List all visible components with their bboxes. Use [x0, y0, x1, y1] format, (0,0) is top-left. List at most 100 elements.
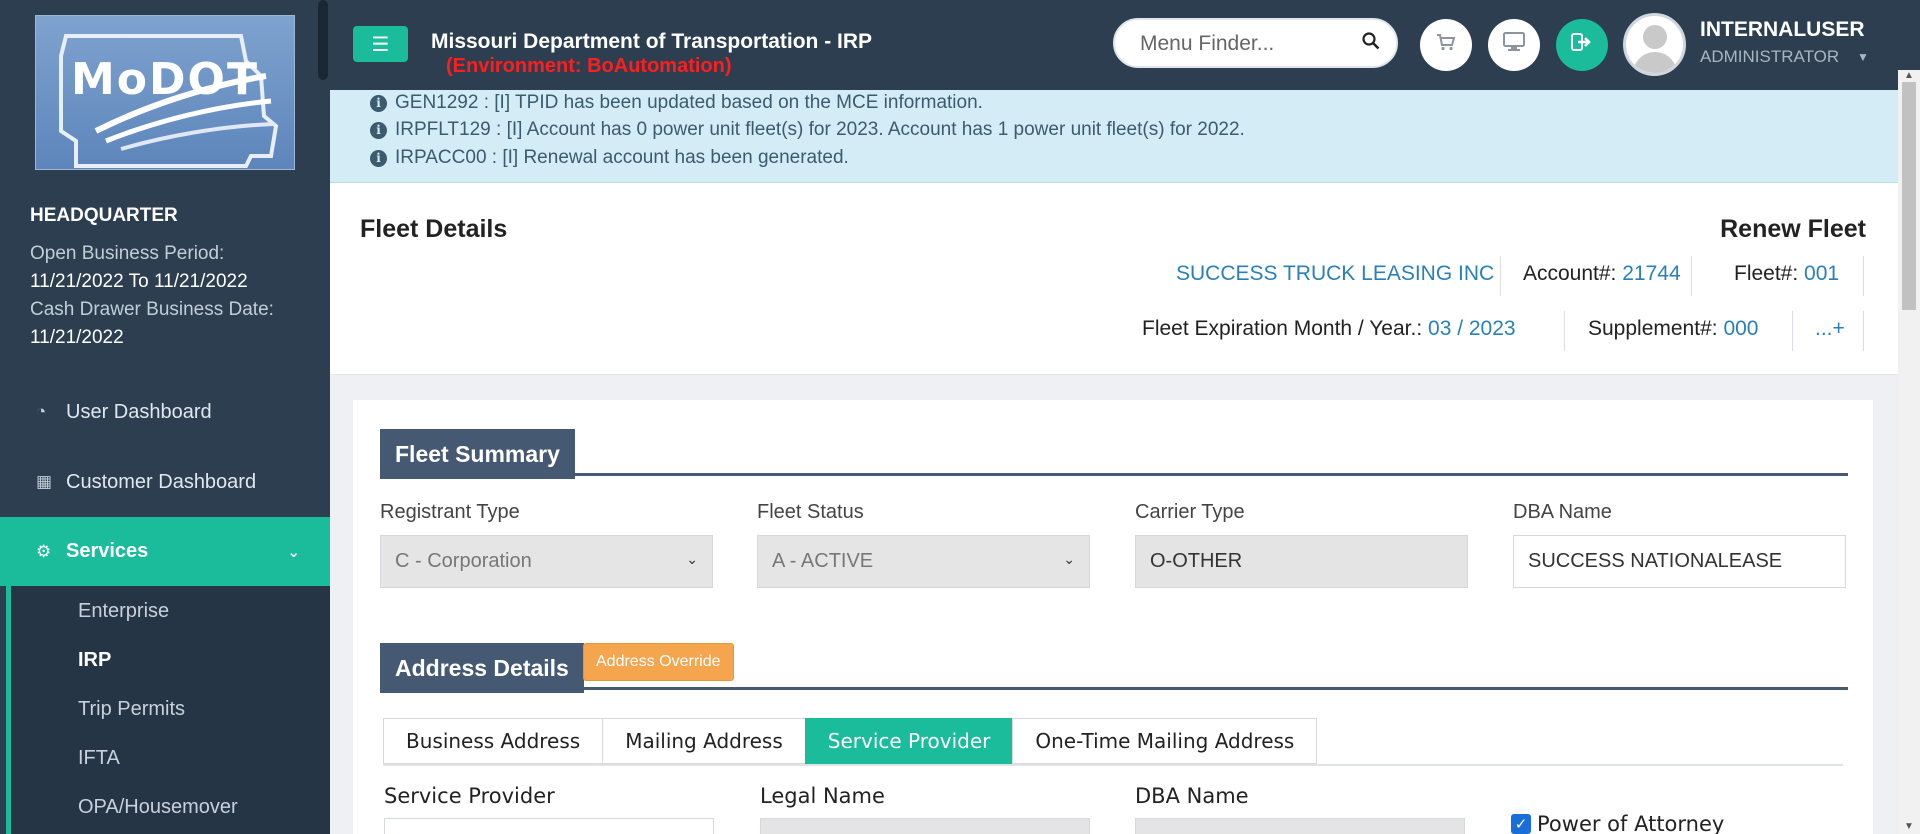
nav-services[interactable]: ⚙ Services ⌄ [0, 517, 330, 586]
scrollbar-thumb[interactable] [1902, 82, 1916, 310]
dashboard-icon: ◔ [36, 402, 47, 421]
tab-business-address[interactable]: Business Address [383, 718, 604, 764]
office-name: HEADQUARTER [30, 205, 178, 226]
cash-drawer-label: Cash Drawer Business Date: [30, 299, 274, 320]
app-title: Missouri Department of Transportation - … [431, 30, 873, 53]
caret-down-icon[interactable]: ▼ [1857, 50, 1869, 64]
divider [1792, 311, 1793, 351]
registrant-type-select[interactable]: C - Corporation ⌄ [380, 535, 713, 588]
company-name: SUCCESS TRUCK LEASING INC [1176, 262, 1495, 285]
menu-finder-input[interactable] [1140, 32, 1350, 56]
info-icon: i [370, 94, 387, 112]
sp-dba-name-field [1135, 818, 1465, 834]
address-override-button[interactable]: Address Override [583, 643, 734, 681]
cash-drawer-value: 11/21/2022 [30, 327, 124, 348]
address-tabs: Business Address Mailing Address Service… [383, 718, 1318, 764]
divider [1863, 256, 1864, 296]
message-text: IRPACC00 : [I] Renewal account has been … [395, 147, 849, 168]
supplement-number: Supplement#: 000 [1588, 317, 1759, 340]
subnav-trip-permits[interactable]: Trip Permits [78, 698, 185, 721]
info-message: i IRPFLT129 : [I] Account has 0 power un… [370, 119, 1245, 141]
grid-icon: ▦ [36, 472, 53, 491]
fleet-header: Fleet Details Renew Fleet SUCCESS TRUCK … [330, 183, 1898, 375]
legal-name-label: Legal Name [760, 784, 885, 808]
desktop-icon [1503, 32, 1525, 58]
divider [1863, 311, 1864, 351]
service-provider-label: Service Provider [384, 784, 555, 808]
sign-out-icon [1571, 32, 1593, 58]
desktop-button[interactable] [1488, 19, 1540, 71]
divider [1500, 256, 1501, 296]
carrier-type-label: Carrier Type [1135, 501, 1245, 523]
tab-one-time-mailing-address[interactable]: One-Time Mailing Address [1012, 718, 1318, 764]
cart-icon [1436, 33, 1456, 57]
tab-service-provider[interactable]: Service Provider [804, 718, 1014, 764]
page-title: Fleet Details [360, 215, 508, 243]
scroll-down-icon[interactable]: ▼ [1904, 821, 1914, 832]
user-name[interactable]: INTERNALUSER [1700, 18, 1865, 42]
info-message: i GEN1292 : [I] TPID has been updated ba… [370, 92, 983, 114]
menu-toggle-button[interactable]: ☰ [353, 26, 408, 62]
checkmark-icon[interactable]: ✓ [1511, 814, 1531, 834]
chevron-down-icon: ⌄ [686, 551, 698, 567]
section-divider [380, 473, 1848, 476]
sidebar: MoDOT HEADQUARTER Open Business Period: … [0, 0, 330, 834]
nav-label: Services [66, 540, 149, 562]
divider [1691, 256, 1692, 296]
open-period-label: Open Business Period: [30, 243, 225, 264]
cogs-icon: ⚙ [36, 541, 52, 561]
legal-name-field [760, 818, 1090, 834]
open-period-value: 11/21/2022 To 11/21/2022 [30, 271, 248, 292]
subnav-irp[interactable]: IRP [78, 649, 111, 672]
tab-mailing-address[interactable]: Mailing Address [602, 718, 806, 764]
topbar: ☰ Missouri Department of Transportation … [330, 0, 1920, 90]
logout-button[interactable] [1556, 19, 1608, 71]
registrant-type-label: Registrant Type [380, 501, 520, 523]
nav-user-dashboard[interactable]: ◔ User Dashboard [0, 378, 330, 446]
dba-name-input[interactable]: SUCCESS NATIONALEASE [1513, 535, 1846, 588]
message-text: IRPFLT129 : [I] Account has 0 power unit… [395, 119, 1245, 140]
divider [1564, 311, 1565, 351]
info-message: i IRPACC00 : [I] Renewal account has bee… [370, 147, 849, 169]
main-panel: Fleet Summary Registrant Type C - Corpor… [353, 400, 1873, 834]
power-of-attorney-checkbox[interactable]: ✓ Power of Attorney [1511, 812, 1724, 834]
subnav-opa-housemover[interactable]: OPA/Housemover [78, 796, 238, 819]
sidebar-scrollbar[interactable] [318, 0, 328, 80]
more-details-link[interactable]: ...+ [1815, 317, 1845, 341]
subnav-enterprise[interactable]: Enterprise [78, 600, 169, 623]
dba-name-label: DBA Name [1513, 501, 1612, 523]
carrier-type-field: O-OTHER [1135, 535, 1468, 588]
fleet-expiration: Fleet Expiration Month / Year.: 03 / 202… [1142, 317, 1516, 340]
page-action-title: Renew Fleet [1720, 215, 1866, 243]
message-text: GEN1292 : [I] TPID has been updated base… [395, 92, 983, 113]
chevron-down-icon: ⌄ [1063, 551, 1075, 567]
tabs-divider [383, 764, 1843, 766]
fleet-status-select[interactable]: A - ACTIVE ⌄ [757, 535, 1090, 588]
logo-text: MoDOT [71, 54, 259, 105]
page-scrollbar[interactable]: ▲ ▼ [1898, 70, 1920, 834]
modot-logo: MoDOT [35, 15, 295, 170]
hamburger-icon: ☰ [371, 33, 390, 56]
nav-label: Customer Dashboard [66, 470, 257, 493]
environment-label: (Environment: BoAutomation) [446, 55, 732, 77]
section-divider [380, 687, 1848, 690]
chevron-down-icon: ⌄ [287, 543, 300, 561]
user-role[interactable]: ADMINISTRATOR [1700, 47, 1839, 67]
nav-label: User Dashboard [66, 400, 212, 423]
search-icon[interactable] [1362, 32, 1380, 56]
cart-button[interactable] [1420, 19, 1472, 71]
sp-dba-name-label: DBA Name [1135, 784, 1249, 808]
menu-finder[interactable] [1113, 18, 1398, 68]
service-provider-input[interactable] [384, 818, 714, 834]
avatar[interactable] [1623, 13, 1686, 76]
info-messages: i GEN1292 : [I] TPID has been updated ba… [330, 90, 1898, 183]
info-icon: i [370, 121, 387, 139]
subnav-ifta[interactable]: IFTA [78, 747, 120, 770]
section-heading-fleet-summary: Fleet Summary [380, 429, 575, 479]
fleet-status-label: Fleet Status [757, 501, 864, 523]
nav-customer-dashboard[interactable]: ▦ Customer Dashboard [0, 448, 330, 516]
power-of-attorney-label: Power of Attorney [1537, 812, 1725, 834]
scroll-up-icon[interactable]: ▲ [1904, 70, 1914, 81]
info-icon: i [370, 149, 387, 167]
section-heading-address-details: Address Details [380, 643, 584, 693]
